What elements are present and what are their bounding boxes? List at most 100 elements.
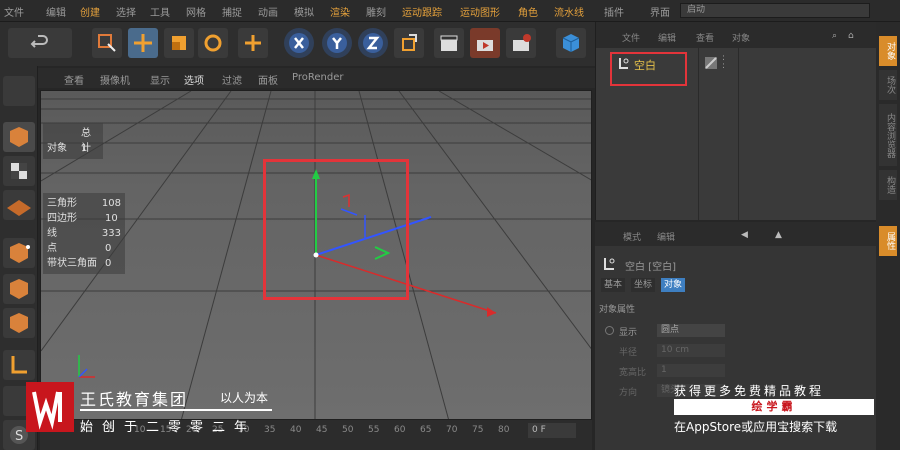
- points-mode-button[interactable]: [3, 238, 35, 268]
- visibility-dots[interactable]: ::: [722, 54, 725, 71]
- scale-icon: [172, 36, 186, 50]
- right-tab-strip: 对象 场次 内容浏览器 构造 属性: [876, 22, 900, 450]
- viewport-menu-filter[interactable]: 过滤: [222, 72, 242, 87]
- timeline-tick: 50: [342, 425, 354, 435]
- stats-strips-label: 带状三角面: [47, 258, 97, 269]
- menu-animate[interactable]: 动画: [258, 4, 278, 19]
- menu-create[interactable]: 创建: [80, 4, 100, 19]
- edges-mode-button[interactable]: [3, 274, 35, 304]
- om-search-icon[interactable]: ⌕: [832, 31, 837, 41]
- axis-mode-button[interactable]: [3, 350, 35, 380]
- tab-attributes[interactable]: 属性: [879, 226, 897, 256]
- annotation-box-object-manager: [610, 52, 687, 86]
- menu-mesh[interactable]: 网格: [186, 4, 206, 19]
- menu-select[interactable]: 选择: [116, 4, 136, 19]
- timeline-tick: 65: [420, 425, 432, 435]
- timeline-tick: 45: [316, 425, 328, 435]
- object-manager: 文件 编辑 查看 对象 ⌕ ⌂ :: 空白: [595, 22, 877, 220]
- attr-tab-coord[interactable]: 坐标: [631, 278, 656, 292]
- viewport-menu-cameras[interactable]: 摄像机: [100, 72, 130, 87]
- om-menu-objects[interactable]: 对象: [732, 31, 750, 44]
- render-view-button[interactable]: [434, 28, 464, 58]
- render-settings-icon: [513, 34, 531, 51]
- menu-plugins[interactable]: 插件: [604, 4, 624, 19]
- timeline-tick: 55: [368, 425, 380, 435]
- wangshi-logo: [26, 382, 74, 432]
- select-icon: [98, 34, 116, 52]
- polygons-mode-button[interactable]: [3, 308, 35, 338]
- viewport-menu-prorender[interactable]: ProRender: [292, 72, 343, 83]
- timeline-tick: 35: [264, 425, 276, 435]
- model-mode-button[interactable]: [3, 76, 35, 106]
- undo-button[interactable]: [8, 28, 72, 58]
- attr-tab-object[interactable]: 对象: [661, 278, 686, 292]
- stats-objects-label: 对象: [47, 143, 67, 154]
- menu-edit[interactable]: 编辑: [46, 4, 66, 19]
- grid-plane-icon: [7, 200, 31, 216]
- am-menu-mode[interactable]: 模式: [623, 230, 641, 243]
- am-menu-edit[interactable]: 编辑: [657, 230, 675, 243]
- viewport-menu-panel[interactable]: 面板: [258, 72, 278, 87]
- menu-character[interactable]: 角色: [518, 4, 538, 19]
- display-radio[interactable]: [605, 326, 614, 335]
- cube-icon: [562, 34, 580, 52]
- live-select-button[interactable]: [92, 28, 122, 58]
- attr-tab-basic[interactable]: 基本: [601, 278, 626, 292]
- render-to-picture-viewer-button[interactable]: [470, 28, 500, 58]
- menu-mograph[interactable]: 运动图形: [460, 4, 500, 19]
- aspect-field[interactable]: 1: [657, 364, 725, 377]
- om-home-icon[interactable]: ⌂: [848, 31, 854, 41]
- menu-tools[interactable]: 工具: [150, 4, 170, 19]
- workplane-mode-button[interactable]: [3, 190, 35, 220]
- scale-tool-button[interactable]: [164, 28, 194, 58]
- menu-motion-tracker[interactable]: 运动跟踪: [402, 4, 442, 19]
- attr-section-title: 对象属性: [599, 305, 636, 315]
- menu-sculpt[interactable]: 雕刻: [366, 4, 386, 19]
- om-menu-edit[interactable]: 编辑: [658, 31, 676, 44]
- tab-structure[interactable]: 构造: [879, 170, 897, 200]
- y-axis-icon: [327, 33, 347, 53]
- checker-icon: [11, 163, 27, 179]
- menu-pipeline[interactable]: 流水线: [554, 4, 584, 19]
- layout-select[interactable]: 启动: [680, 3, 870, 18]
- z-axis-button[interactable]: [358, 28, 388, 58]
- cube-button[interactable]: [556, 28, 586, 58]
- display-dropdown[interactable]: 圆点: [657, 324, 725, 337]
- edges-icon: [10, 279, 28, 299]
- menu-simulate[interactable]: 模拟: [294, 4, 314, 19]
- coordinate-system-icon: [402, 34, 417, 51]
- viewport-menu-view[interactable]: 查看: [64, 72, 84, 87]
- om-menu-file[interactable]: 文件: [622, 31, 640, 44]
- org-founded: 始创于二零零二年: [80, 420, 257, 435]
- polygons-icon: [10, 313, 28, 333]
- stats-points-value: 0: [105, 243, 112, 254]
- om-menu-view[interactable]: 查看: [696, 31, 714, 44]
- org-slogan: 以人为本: [220, 391, 269, 405]
- current-frame-field[interactable]: 0 F: [528, 423, 576, 438]
- object-mode-button[interactable]: [3, 122, 35, 152]
- menu-file[interactable]: 文件: [4, 4, 24, 19]
- undo-icon: [30, 35, 48, 48]
- timeline-tick: 70: [446, 425, 458, 435]
- radius-field[interactable]: 10 cm: [657, 344, 725, 357]
- texture-mode-button[interactable]: [3, 156, 35, 186]
- tab-takes[interactable]: 场次: [879, 70, 897, 100]
- coordinate-system-button[interactable]: [394, 28, 424, 58]
- viewport-menu-display[interactable]: 显示: [150, 72, 170, 87]
- menu-snap[interactable]: 捕捉: [222, 4, 242, 19]
- tab-objects[interactable]: 对象: [879, 36, 897, 66]
- viewport-menu-options[interactable]: 选项: [184, 72, 204, 87]
- 3d-viewport[interactable]: 总计 对象 1 三角形 108 四边形 10 线 333 点 0 带状三角面 0: [40, 90, 592, 420]
- attribute-manager-menu: 模式 编辑 ◀ ▲: [595, 222, 876, 246]
- up-arrow-icon[interactable]: ▲: [775, 230, 782, 240]
- transform-tool-button[interactable]: [238, 28, 268, 58]
- rotate-tool-button[interactable]: [198, 28, 228, 58]
- y-axis-button[interactable]: [322, 28, 352, 58]
- move-tool-button[interactable]: [128, 28, 158, 58]
- back-arrow-icon[interactable]: ◀: [741, 230, 748, 240]
- move-icon: [134, 34, 152, 52]
- menu-render[interactable]: 渲染: [330, 4, 350, 19]
- render-settings-button[interactable]: [506, 28, 536, 58]
- x-axis-button[interactable]: [284, 28, 314, 58]
- tab-content-browser[interactable]: 内容浏览器: [879, 104, 897, 166]
